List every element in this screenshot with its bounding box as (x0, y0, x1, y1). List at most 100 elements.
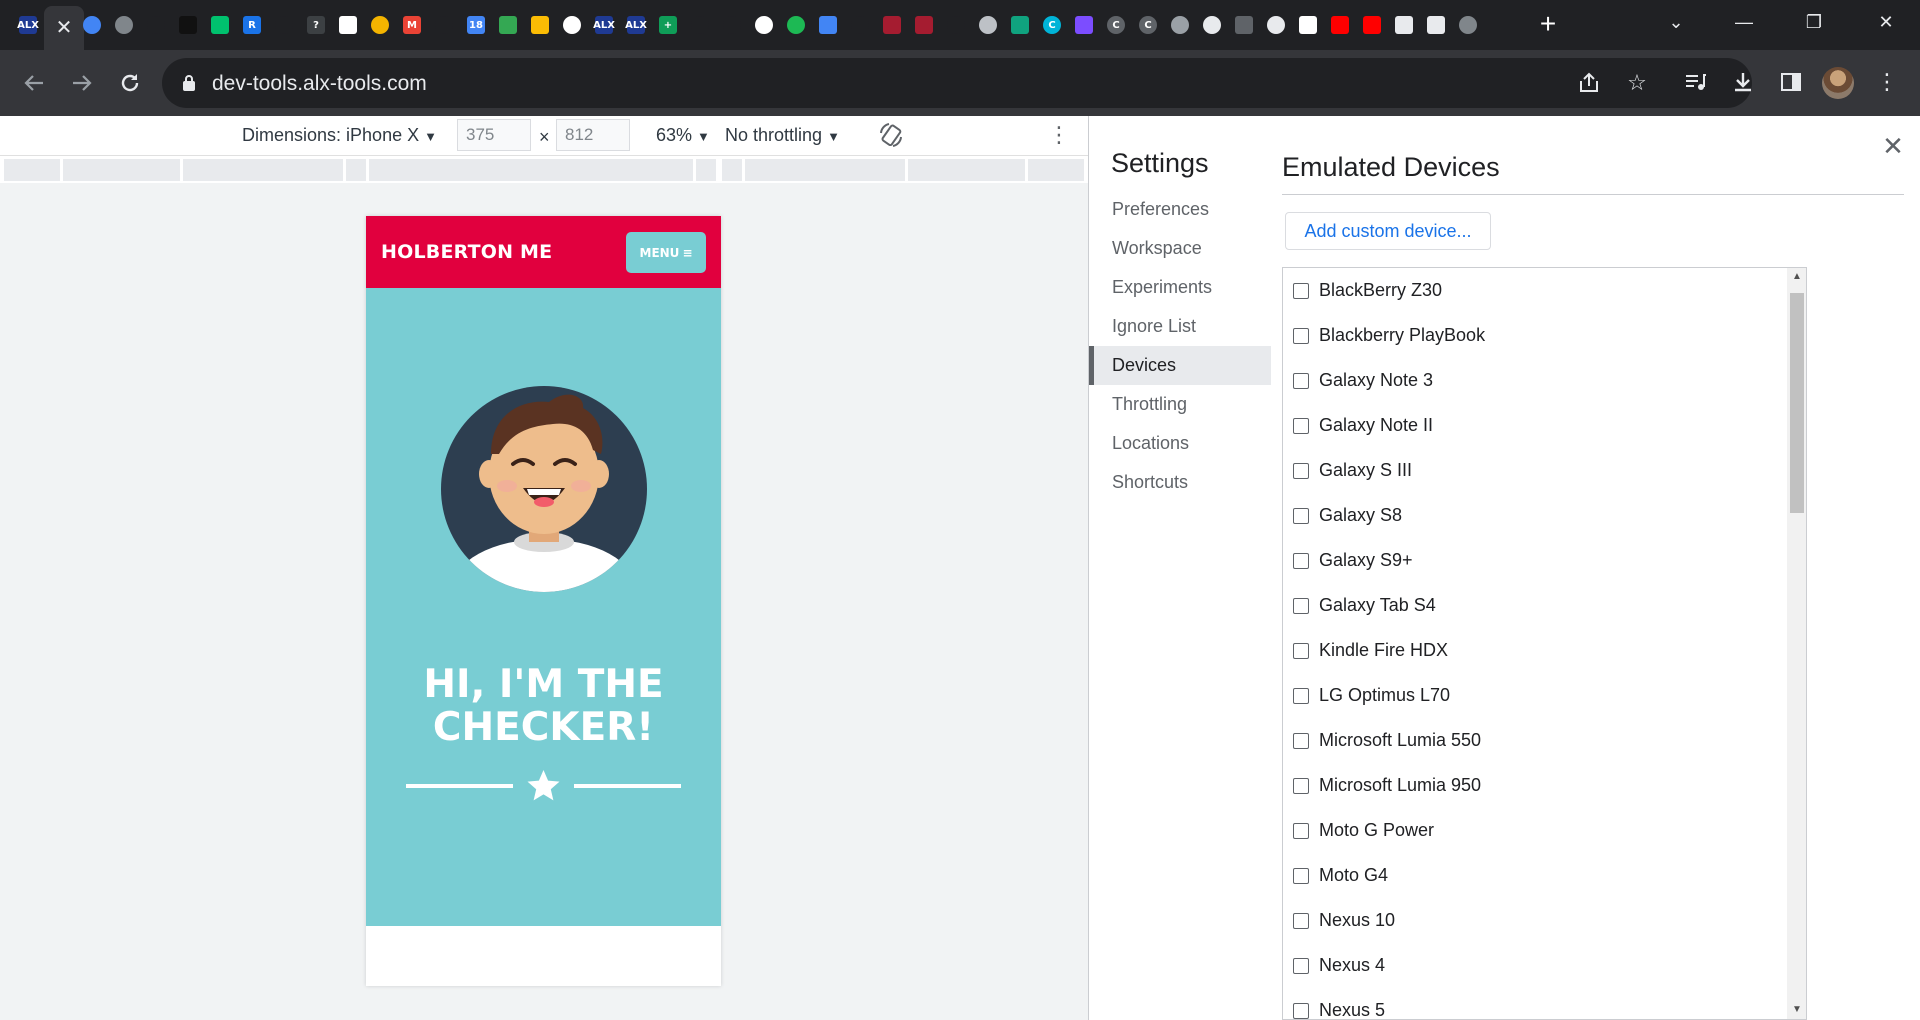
browser-tab[interactable] (844, 8, 876, 42)
browser-tab[interactable] (428, 8, 460, 42)
close-icon[interactable]: ✕ (1879, 132, 1907, 160)
device-item[interactable]: LG Optimus L70 (1283, 673, 1806, 718)
share-icon[interactable] (1574, 68, 1604, 98)
browser-tab[interactable] (716, 8, 748, 42)
media-query-bar[interactable] (0, 157, 1088, 183)
media-query-segment[interactable] (908, 159, 1025, 181)
forward-button[interactable] (64, 65, 100, 101)
add-custom-device-button[interactable]: Add custom device... (1285, 212, 1491, 250)
browser-tab[interactable]: C (1036, 8, 1068, 42)
close-window-button[interactable]: ✕ (1852, 0, 1920, 44)
browser-tab[interactable] (1452, 8, 1484, 42)
browser-tab[interactable] (1068, 8, 1100, 42)
bookmark-star-icon[interactable]: ☆ (1622, 68, 1652, 98)
settings-nav-experiments[interactable]: Experiments (1089, 268, 1271, 307)
device-checkbox[interactable] (1293, 417, 1309, 434)
media-query-segment[interactable] (4, 159, 60, 181)
browser-tab[interactable] (940, 8, 972, 42)
browser-tab[interactable]: ? (300, 8, 332, 42)
browser-tab[interactable] (972, 8, 1004, 42)
device-checkbox[interactable] (1293, 552, 1309, 569)
browser-tab[interactable]: R (236, 8, 268, 42)
device-item[interactable]: Kindle Fire HDX (1283, 628, 1806, 673)
device-checkbox[interactable] (1293, 507, 1309, 524)
zoom-dropdown[interactable]: 63% ▼ (656, 125, 710, 146)
tab-search-icon[interactable]: ⌄ (1642, 0, 1710, 44)
settings-nav-workspace[interactable]: Workspace (1089, 229, 1271, 268)
browser-tab[interactable] (1420, 8, 1452, 42)
browser-tab[interactable]: ALX (588, 8, 620, 42)
reload-button[interactable] (112, 65, 148, 101)
browser-tab[interactable]: ALX (12, 8, 44, 42)
device-checkbox[interactable] (1293, 822, 1309, 839)
device-checkbox[interactable] (1293, 1002, 1309, 1019)
restore-button[interactable]: ❐ (1780, 0, 1848, 44)
browser-tab[interactable] (1004, 8, 1036, 42)
device-checkbox[interactable] (1293, 462, 1309, 479)
media-query-segment[interactable] (369, 159, 693, 181)
device-item[interactable]: Galaxy Tab S4 (1283, 583, 1806, 628)
browser-tab[interactable] (1356, 8, 1388, 42)
settings-nav-shortcuts[interactable]: Shortcuts (1089, 463, 1271, 502)
browser-tab[interactable] (524, 8, 556, 42)
media-query-segment[interactable] (1028, 159, 1084, 181)
device-item[interactable]: Moto G Power (1283, 808, 1806, 853)
site-logo[interactable]: HOLBERTON ME (381, 241, 552, 263)
new-tab-button[interactable]: + (1533, 10, 1563, 40)
browser-tab[interactable] (140, 8, 172, 42)
device-item[interactable]: Nexus 10 (1283, 898, 1806, 943)
device-item[interactable]: Blackberry PlayBook (1283, 313, 1806, 358)
settings-nav-devices[interactable]: Devices (1089, 346, 1271, 385)
scroll-thumb[interactable] (1790, 293, 1804, 513)
device-item[interactable]: Galaxy Note 3 (1283, 358, 1806, 403)
width-input[interactable]: 375 (457, 119, 531, 151)
browser-tab[interactable] (492, 8, 524, 42)
download-icon[interactable] (1726, 65, 1760, 99)
browser-tab[interactable] (1292, 8, 1324, 42)
throttling-dropdown[interactable]: No throttling ▼ (725, 125, 840, 146)
media-query-segment[interactable] (745, 159, 905, 181)
browser-tab[interactable] (748, 8, 780, 42)
device-checkbox[interactable] (1293, 687, 1309, 704)
scrollbar[interactable]: ▲ ▼ (1787, 268, 1806, 1019)
browser-tab[interactable]: 18 (460, 8, 492, 42)
device-checkbox[interactable] (1293, 597, 1309, 614)
device-checkbox[interactable] (1293, 372, 1309, 389)
browser-tab[interactable] (876, 8, 908, 42)
device-checkbox[interactable] (1293, 777, 1309, 794)
browser-tab[interactable] (76, 8, 108, 42)
settings-nav-ignore-list[interactable]: Ignore List (1089, 307, 1271, 346)
media-query-segment[interactable] (722, 159, 742, 181)
device-checkbox[interactable] (1293, 282, 1309, 299)
browser-tab[interactable] (172, 8, 204, 42)
more-options-icon[interactable]: ⋮ (1048, 120, 1070, 152)
browser-tab[interactable] (204, 8, 236, 42)
menu-button[interactable]: MENU ≡ (626, 232, 706, 273)
side-panel-icon[interactable] (1774, 65, 1808, 99)
browser-tab[interactable] (1228, 8, 1260, 42)
device-checkbox[interactable] (1293, 912, 1309, 929)
media-query-segment[interactable] (63, 159, 180, 181)
profile-avatar[interactable] (1822, 67, 1854, 99)
minimize-button[interactable]: — (1710, 0, 1778, 44)
browser-tab[interactable] (780, 8, 812, 42)
browser-tab[interactable] (1164, 8, 1196, 42)
device-item[interactable]: Galaxy Note II (1283, 403, 1806, 448)
device-item[interactable]: Microsoft Lumia 550 (1283, 718, 1806, 763)
device-checkbox[interactable] (1293, 867, 1309, 884)
device-item[interactable]: Nexus 5 (1283, 988, 1806, 1019)
browser-tab[interactable]: ALX (620, 8, 652, 42)
device-item[interactable]: Microsoft Lumia 950 (1283, 763, 1806, 808)
media-query-segment[interactable] (696, 159, 716, 181)
height-input[interactable]: 812 (556, 119, 630, 151)
rotate-icon[interactable] (876, 120, 906, 150)
address-bar[interactable]: dev-tools.alx-tools.com ☆ (162, 58, 1752, 108)
media-control-icon[interactable] (1678, 65, 1712, 99)
device-item[interactable]: Galaxy S8 (1283, 493, 1806, 538)
device-checkbox[interactable] (1293, 327, 1309, 344)
close-icon[interactable]: ✕ (56, 18, 73, 38)
browser-tab[interactable]: C (1132, 8, 1164, 42)
browser-tab[interactable] (268, 8, 300, 42)
dimensions-dropdown[interactable]: Dimensions: iPhone X ▼ (242, 125, 437, 146)
device-checkbox[interactable] (1293, 957, 1309, 974)
